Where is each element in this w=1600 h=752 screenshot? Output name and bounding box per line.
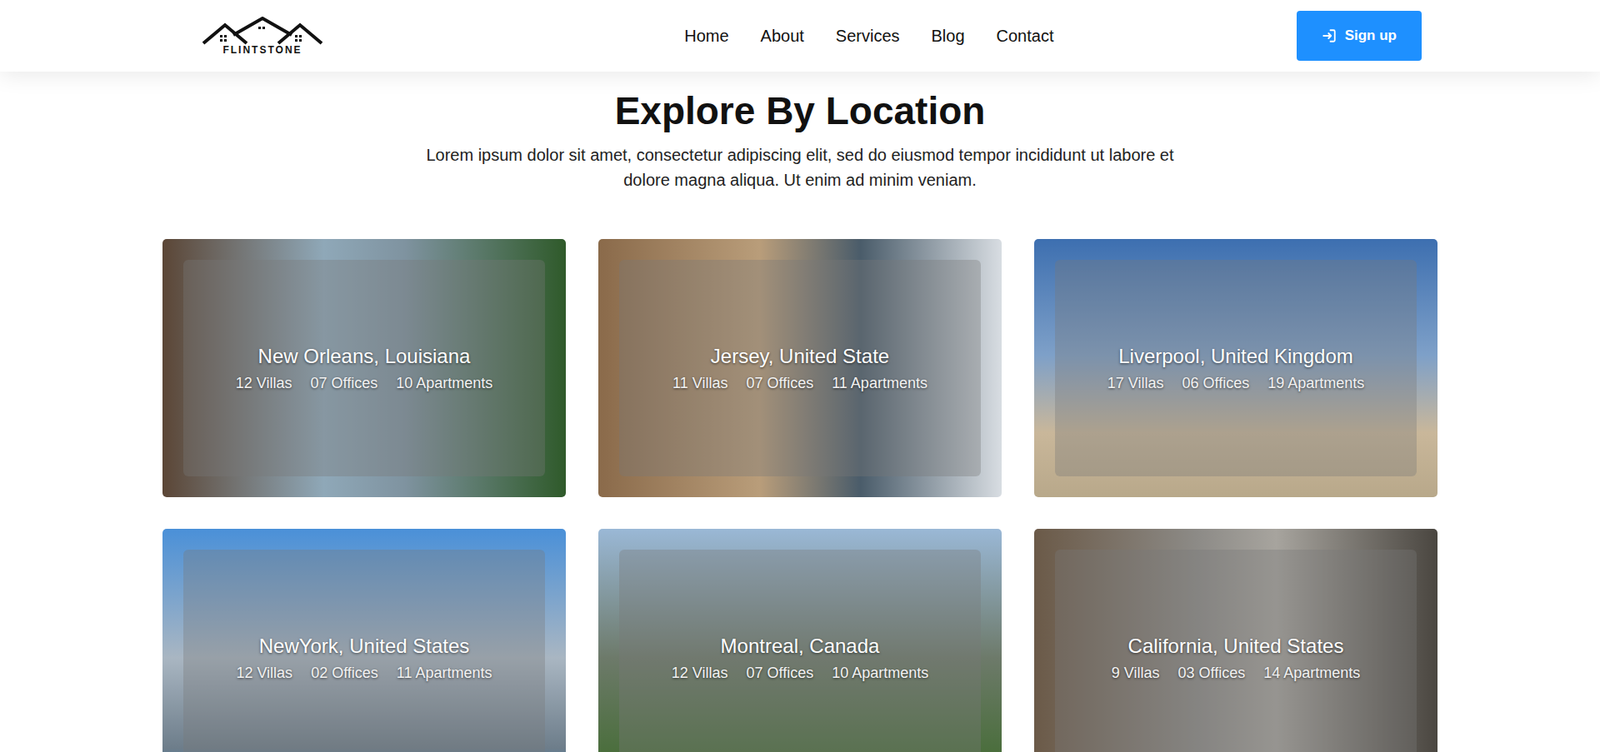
location-stat: 9 Villas [1111,665,1160,683]
location-name: Montreal, Canada [720,635,880,659]
nav-item[interactable]: Services [835,26,900,46]
card-overlay: NewYork, United States 12 Villas 02 Offic… [183,550,545,752]
card-overlay: Montreal, Canada 12 Villas 07 Offices 10 A… [619,550,981,752]
main-nav: Home About Services Blog Contact [567,26,1054,46]
location-stats: 11 Villas 07 Offices 11 Apartments [672,375,928,393]
location-stats: 12 Villas 07 Offices 10 Apartments [671,665,930,683]
logo[interactable]: FLINTSTONE [200,16,325,56]
nav-item[interactable]: Contact [996,26,1055,46]
location-grid: New Orleans, Louisiana 12 Villas 07 Offic… [162,239,1438,752]
location-name: California, United States [1128,635,1345,659]
logo-text: FLINTSTONE [222,44,302,56]
location-stat: 02 Offices [310,665,379,683]
location-stat: 19 Apartments [1267,375,1365,393]
location-card[interactable]: Montreal, Canada 12 Villas 07 Offices 10 A… [598,529,1002,752]
location-stat: 11 Villas [672,375,728,393]
location-stat: 12 Villas [671,665,729,683]
card-overlay: Liverpool, United Kingdom 17 Villas 06 Of… [1055,260,1417,477]
signup-button[interactable]: Sign up [1296,10,1422,61]
sign-in-icon [1321,28,1337,44]
card-overlay: Jersey, United State 11 Villas 07 Offices… [619,260,981,477]
location-stat: 12 Villas [235,375,293,393]
location-stat: 10 Apartments [831,665,929,683]
location-stats: 9 Villas 03 Offices 14 Apartments [1111,665,1361,683]
location-stats: 12 Villas 07 Offices 10 Apartments [235,375,494,393]
header: FLINTSTONE HomeAboutServicesBlogContact … [0,0,1600,72]
location-card[interactable]: NewYork, United States 12 Villas 02 Offic… [162,529,566,752]
roof-logo-icon [200,16,325,45]
signup-label: Sign up [1345,27,1397,45]
nav-item[interactable]: Home [684,26,729,46]
location-name: NewYork, United States [259,635,470,659]
location-stat: 11 Apartments [831,375,928,393]
location-name: Jersey, United State [710,345,890,369]
locations-section: Explore By Location Lorem ipsum dolor si… [0,71,1600,752]
location-stat: 12 Villas [235,665,293,683]
location-stat: 03 Offices [1177,665,1245,683]
location-stats: 17 Villas 06 Offices 19 Apartments [1107,375,1365,393]
card-overlay: California, United States 9 Villas 03 Off… [1055,550,1417,752]
section-title: Explore By Location [615,88,986,135]
location-stat: 07 Offices [745,665,814,683]
location-stat: 10 Apartments [395,375,493,393]
location-stat: 07 Offices [310,375,378,393]
page: FLINTSTONE HomeAboutServicesBlogContact … [0,0,1600,752]
location-card[interactable]: Liverpool, United Kingdom 17 Villas 06 Of… [1034,239,1438,498]
location-stat: 14 Apartments [1263,665,1360,683]
location-stat: 07 Offices [745,375,814,393]
location-stat: 06 Offices [1181,375,1250,393]
location-stats: 12 Villas 02 Offices 11 Apartments [235,665,492,683]
location-stat: 17 Villas [1107,375,1165,393]
location-card[interactable]: California, United States 9 Villas 03 Off… [1034,529,1438,752]
card-overlay: New Orleans, Louisiana 12 Villas 07 Offic… [183,260,545,477]
location-name: Liverpool, United Kingdom [1118,345,1354,369]
section-subtitle: Lorem ipsum dolor sit amet, consectetur … [425,142,1175,193]
nav-item[interactable]: Blog [931,26,965,46]
location-stat: 11 Apartments [396,665,493,683]
location-card[interactable]: Jersey, United State 11 Villas 07 Offices… [598,239,1002,498]
location-name: New Orleans, Louisiana [258,345,471,369]
location-card[interactable]: New Orleans, Louisiana 12 Villas 07 Offic… [162,239,566,498]
nav-item[interactable]: About [760,26,805,46]
